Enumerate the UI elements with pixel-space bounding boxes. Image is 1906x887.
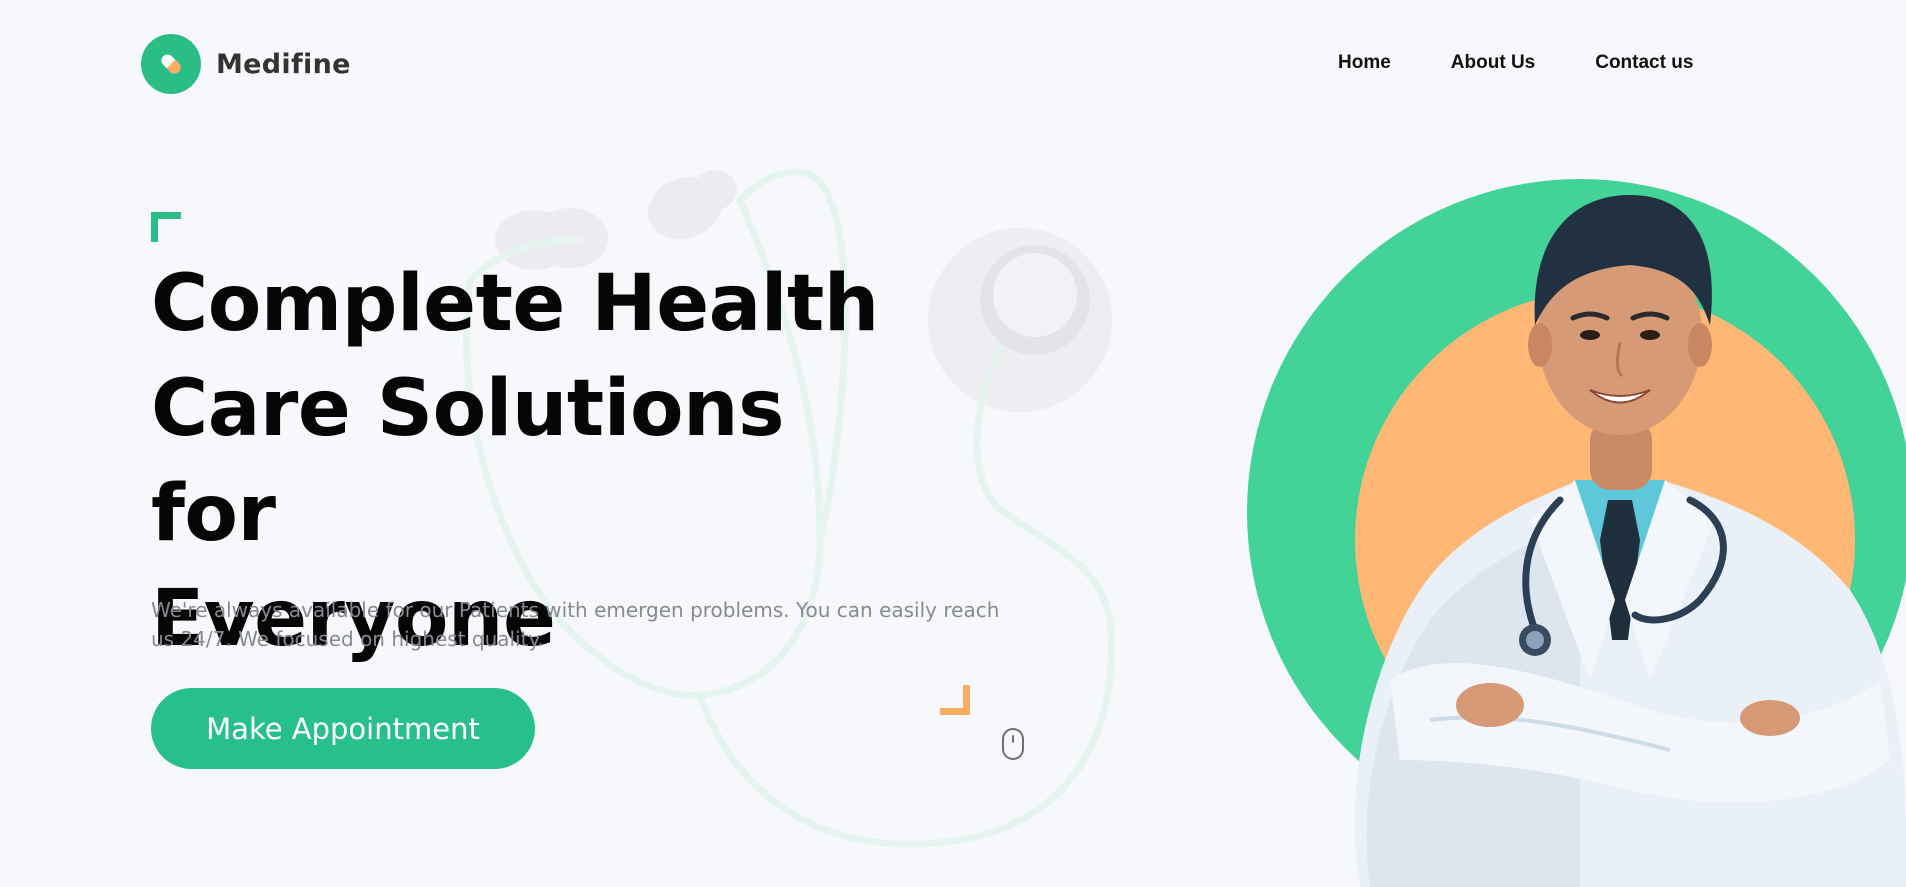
landing-page: Medifine Home About Us Contact us Comple… (0, 0, 1906, 887)
headline-line: Complete Health (151, 259, 879, 349)
hero-description: We're always available for our Patients … (151, 598, 1000, 651)
mouse-scroll-icon[interactable] (1001, 727, 1025, 761)
nav-about-us[interactable]: About Us (1451, 52, 1535, 74)
corner-bracket-decoration (940, 685, 970, 715)
main-nav: Home About Us Contact us (1338, 52, 1693, 74)
brand-logo[interactable]: Medifine (141, 34, 351, 94)
headline-line: Care Solutions for (151, 364, 785, 559)
brand-name: Medifine (216, 48, 351, 80)
nav-home[interactable]: Home (1338, 52, 1391, 74)
doctor-illustration (1247, 179, 1906, 887)
pill-icon (141, 34, 201, 94)
nav-contact-us[interactable]: Contact us (1595, 52, 1693, 74)
corner-bracket-decoration (151, 212, 181, 242)
make-appointment-button[interactable]: Make Appointment (151, 688, 535, 769)
